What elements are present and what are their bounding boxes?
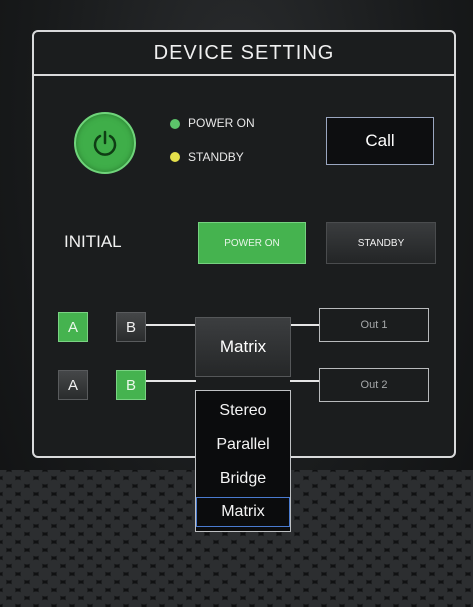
row1-input-wire <box>146 324 196 326</box>
row2-input-wire <box>146 380 196 382</box>
dropdown-option-stereo[interactable]: Stereo <box>196 396 290 426</box>
row1-input-b-button[interactable]: B <box>116 312 146 342</box>
device-window: DEVICE SETTING POWER ON STANDBY Call INI… <box>0 0 473 607</box>
panel-header: DEVICE SETTING <box>34 32 454 76</box>
mode-dropdown-menu: Stereo Parallel Bridge Matrix <box>195 390 291 532</box>
output-2-box[interactable]: Out 2 <box>319 368 429 402</box>
dropdown-option-matrix[interactable]: Matrix <box>196 497 290 527</box>
row1-input-a-button[interactable]: A <box>58 312 88 342</box>
row2-input-a-button[interactable]: A <box>58 370 88 400</box>
panel-title: DEVICE SETTING <box>153 41 335 64</box>
power-button[interactable] <box>74 112 136 174</box>
initial-power-on-button[interactable]: POWER ON <box>198 222 306 264</box>
power-on-indicator <box>170 119 180 129</box>
row2-input-b-button[interactable]: B <box>116 370 146 400</box>
output-1-box[interactable]: Out 1 <box>319 308 429 342</box>
initial-label: INITIAL <box>64 232 122 251</box>
standby-status-label: STANDBY <box>188 150 244 164</box>
call-button[interactable]: Call <box>326 117 434 165</box>
power-on-status-label: POWER ON <box>188 116 255 130</box>
row1-output-wire <box>290 324 320 326</box>
mode-matrix-button[interactable]: Matrix <box>195 317 291 377</box>
dropdown-option-bridge[interactable]: Bridge <box>196 464 290 494</box>
initial-standby-button[interactable]: STANDBY <box>326 222 436 264</box>
standby-indicator <box>170 152 180 162</box>
dropdown-option-parallel[interactable]: Parallel <box>196 430 290 460</box>
row2-output-wire <box>290 380 320 382</box>
power-icon <box>93 130 117 156</box>
